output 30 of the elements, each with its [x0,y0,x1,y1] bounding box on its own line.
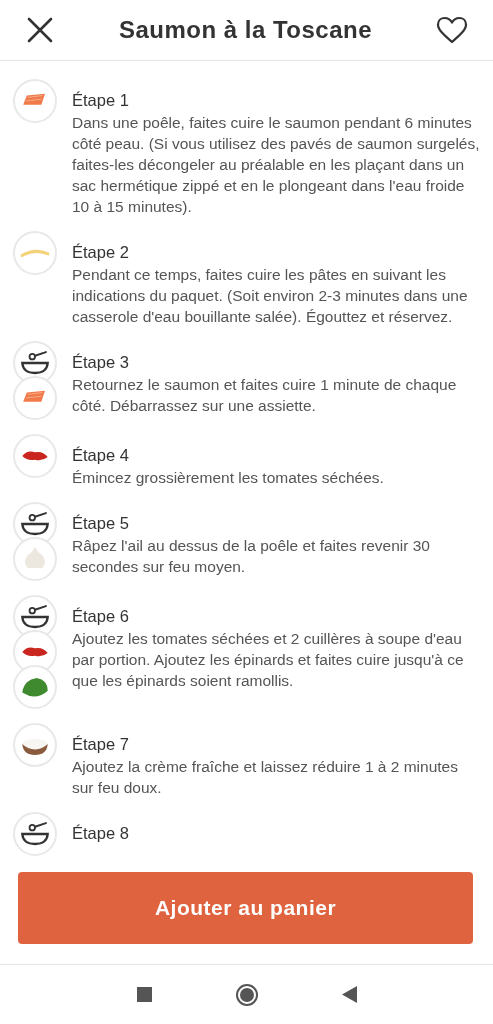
bowl-icon [13,812,57,856]
step-title: Étape 7 [72,734,130,755]
salmon-icon [13,79,57,123]
recipe-title: Saumon à la Toscane [118,15,373,45]
step-title: Étape 3 [72,352,130,373]
step-text: Dans une poêle, faites cuire le saumon pendant 6 minutes côté peau. (Si vous utilisez des pavés de saumon surgelés, faites-les décongeler au préalable en les plaçant dans un sac hermétique zippé et en le plongeant dans l'eau froide 10 à 15 minutes). [72,113,481,217]
heart-icon [436,16,468,44]
step-title: Étape 1 [72,90,130,111]
step-text: Ajoutez la crème fraîche et laissez réduire 1 à 2 minutes sur feu doux. [72,757,459,798]
close-icon [26,16,54,44]
add-to-cart-button[interactable]: Ajouter au panier [18,872,473,944]
home-icon[interactable] [235,983,258,1006]
step-title: Étape 8 [72,823,130,844]
step-title: Étape 6 [72,606,130,627]
step-text: Râpez l'ail au dessus de la poêle et faites revenir 30 secondes sur feu moyen. [72,536,431,577]
step-title: Étape 5 [72,513,130,534]
garlic-icon [13,537,57,581]
salmon-icon [13,376,57,420]
leaf-icon [13,665,57,709]
tomato-icon [13,434,57,478]
back-icon[interactable] [341,986,357,1003]
step-title: Étape 2 [72,242,130,263]
pasta-icon [13,231,57,275]
cream-bowl-icon [13,723,57,767]
step-title: Étape 4 [72,445,130,466]
step-text: Émincez grossièrement les tomates séchées. [72,468,385,488]
recents-icon[interactable] [136,987,152,1002]
step-text: Pendant ce temps, faites cuire les pâtes en suivant les indications du paquet. (Soit environ 2-3 minutes dans une casserole d'eau bouillante salée). Égouttez et réservez. [72,265,469,327]
step-text: Ajoutez les tomates séchées et 2 cuillères à soupe d'eau par portion. Ajoutez les épinards et faites cuire jusqu'à ce que les épinards soient ramollis. [72,629,465,691]
step-text: Retournez le saumon et faites cuire 1 minute de chaque côté. Débarrassez sur une assiette. [72,375,458,416]
